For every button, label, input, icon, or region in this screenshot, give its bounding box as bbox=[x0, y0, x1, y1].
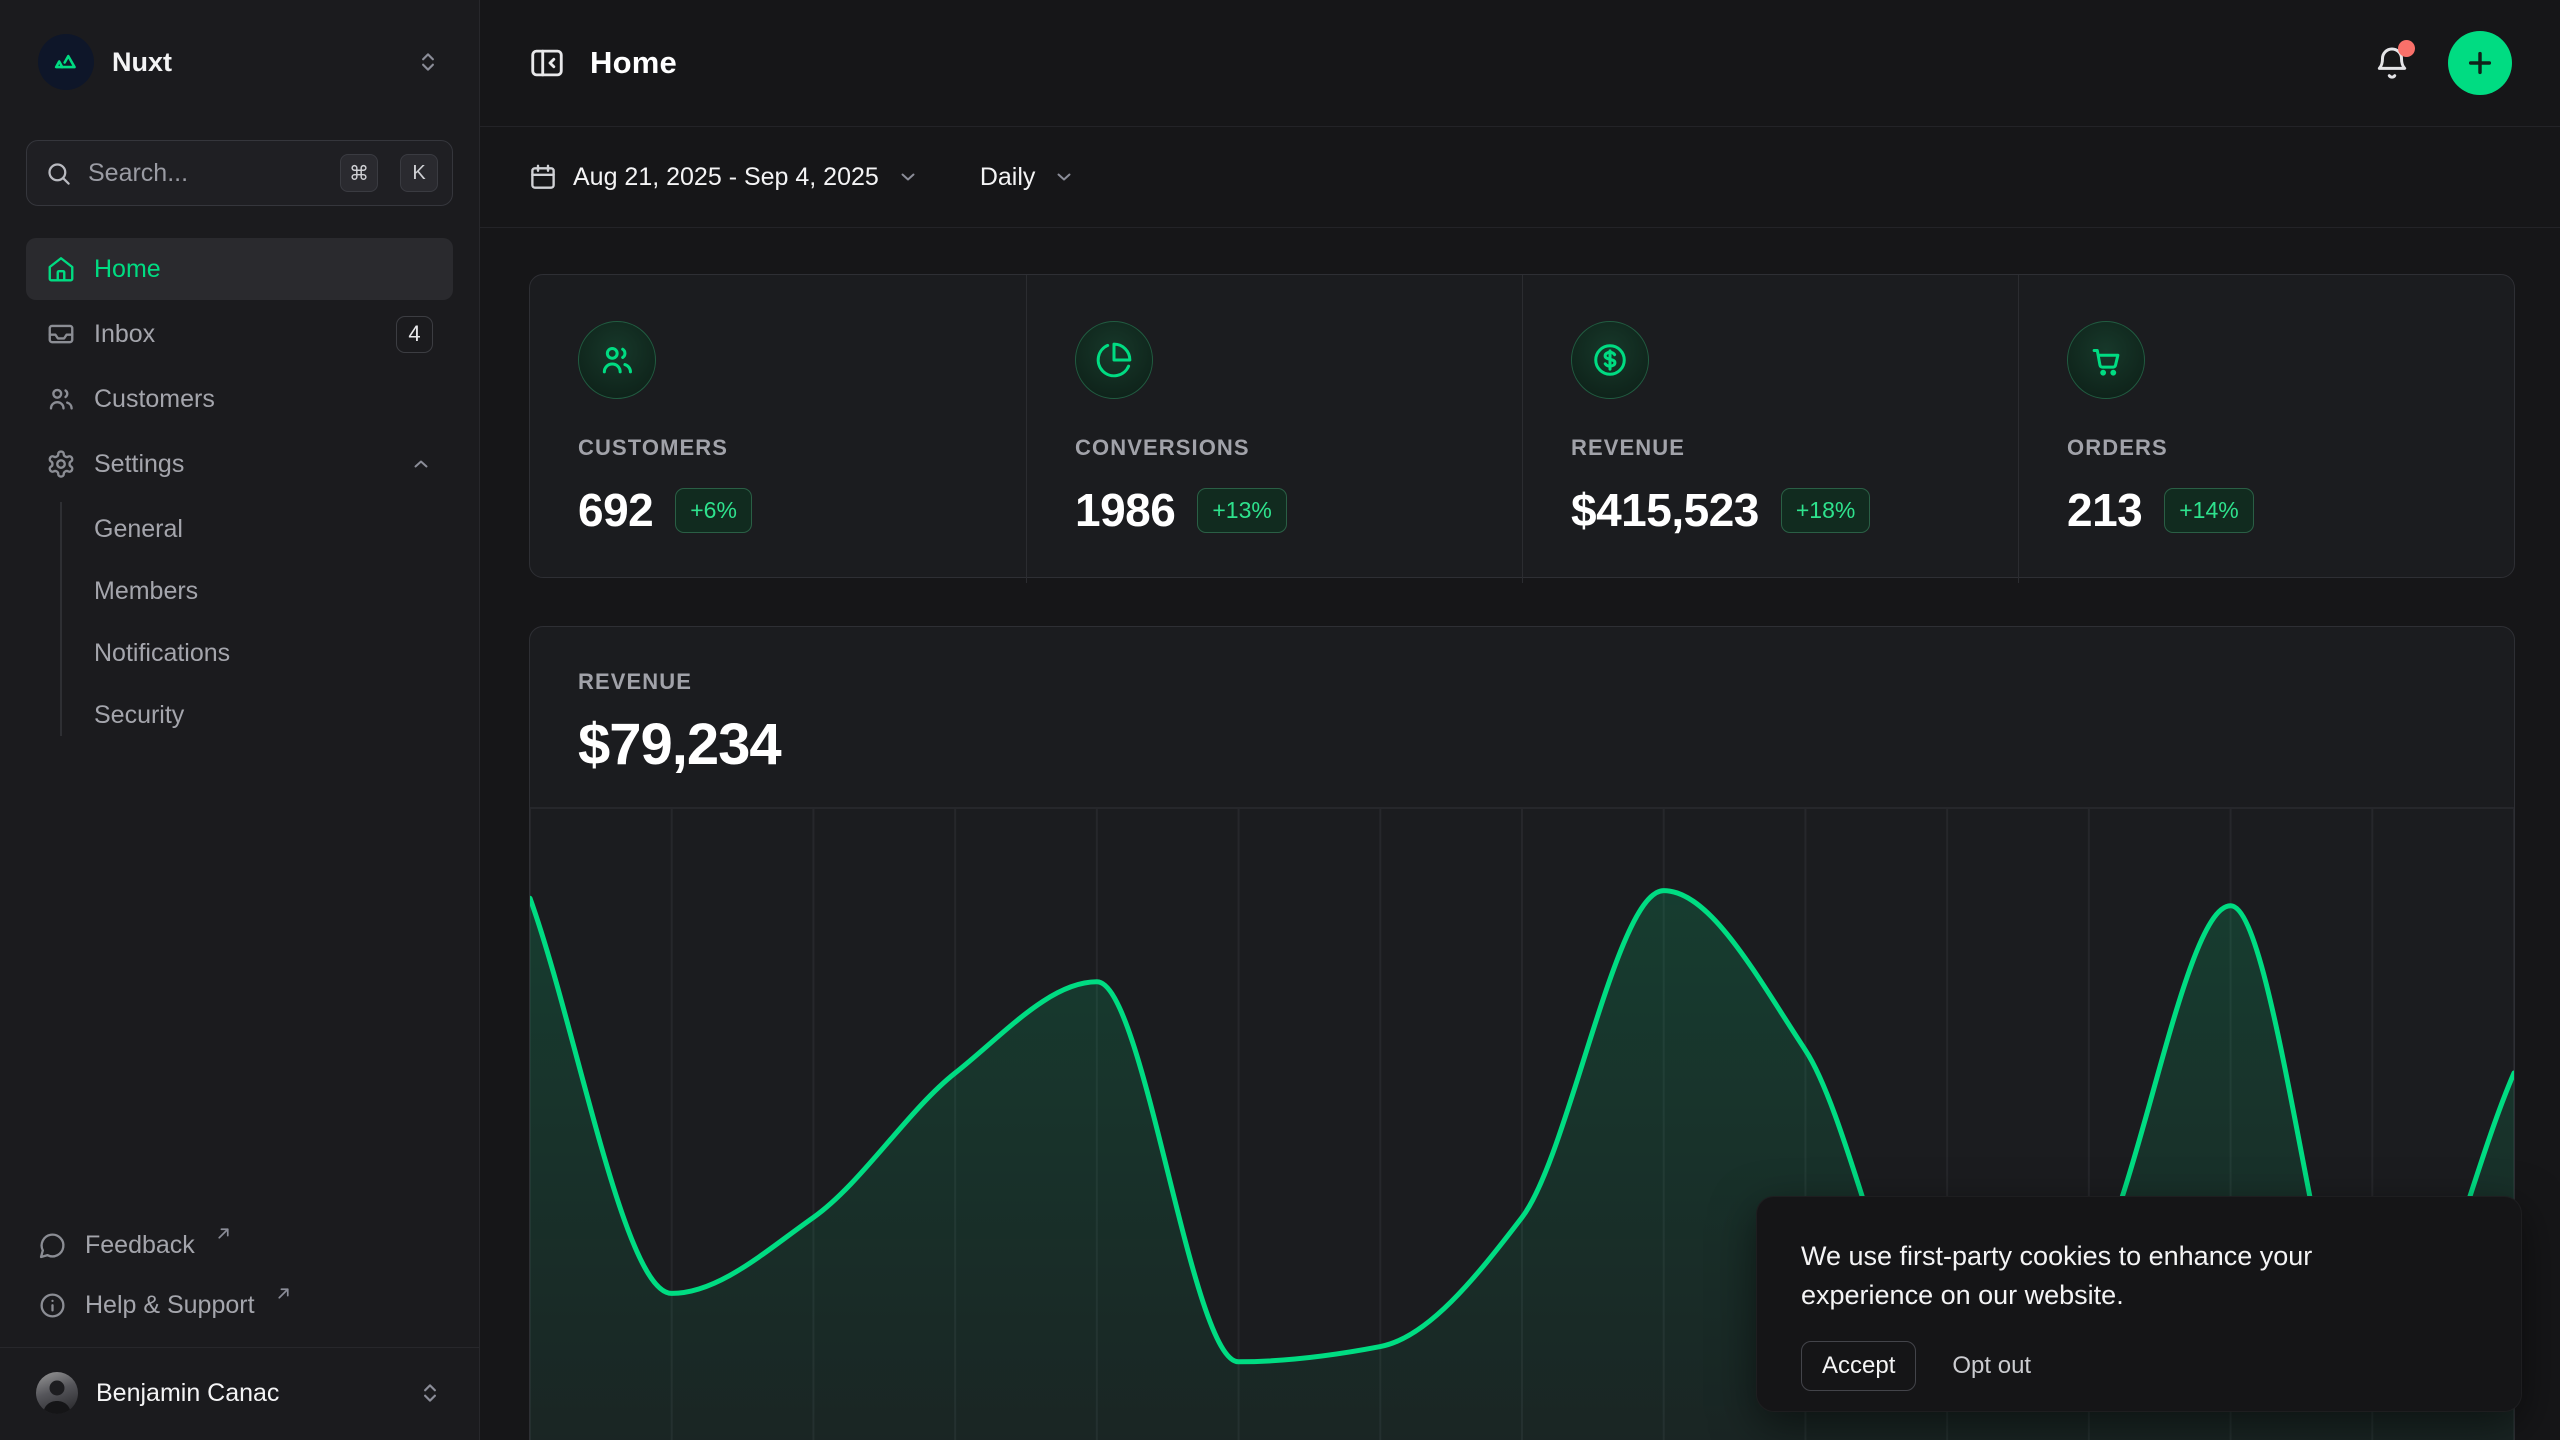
stat-conversions[interactable]: CONVERSIONS 1986 +13% bbox=[1026, 275, 1522, 583]
pie-chart-icon bbox=[1075, 321, 1153, 399]
feedback-link[interactable]: Feedback bbox=[26, 1215, 453, 1275]
sidebar-item-label: Settings bbox=[94, 450, 184, 479]
stat-orders[interactable]: ORDERS 213 +14% bbox=[2018, 275, 2514, 583]
page-title: Home bbox=[590, 45, 677, 81]
sidebar-item-notifications[interactable]: Notifications bbox=[94, 622, 453, 684]
users-icon bbox=[46, 384, 76, 414]
nuxt-logo-icon bbox=[38, 34, 94, 90]
sidebar: Nuxt ⌘ K Home bbox=[0, 0, 480, 1440]
cookie-message: We use first-party cookies to enhance yo… bbox=[1801, 1237, 2431, 1315]
filters-toolbar: Aug 21, 2025 - Sep 4, 2025 Daily bbox=[480, 127, 2560, 228]
help-support-label: Help & Support bbox=[85, 1291, 255, 1320]
sidebar-item-members[interactable]: Members bbox=[94, 560, 453, 622]
sidebar-nav: Home Inbox 4 Customers bbox=[26, 238, 453, 752]
stat-revenue[interactable]: REVENUE $415,523 +18% bbox=[1522, 275, 2018, 583]
granularity-label: Daily bbox=[980, 163, 1036, 192]
date-range-label: Aug 21, 2025 - Sep 4, 2025 bbox=[573, 163, 879, 192]
info-circle-icon bbox=[38, 1291, 67, 1320]
home-icon bbox=[46, 254, 76, 284]
stat-label: CUSTOMERS bbox=[578, 435, 978, 461]
notifications-button[interactable] bbox=[2372, 43, 2412, 83]
external-link-icon bbox=[215, 1225, 232, 1242]
search-input[interactable] bbox=[88, 159, 318, 188]
cart-icon bbox=[2067, 321, 2145, 399]
sidebar-item-general[interactable]: General bbox=[94, 498, 453, 560]
stat-value: 692 bbox=[578, 483, 653, 537]
users-icon bbox=[578, 321, 656, 399]
add-button[interactable] bbox=[2448, 31, 2512, 95]
opt-out-button[interactable]: Opt out bbox=[1952, 1342, 2031, 1390]
stat-value: 213 bbox=[2067, 483, 2142, 537]
page-header: Home bbox=[480, 0, 2560, 127]
settings-sub-list: General Members Notifications Security bbox=[26, 498, 453, 746]
plus-icon bbox=[2464, 47, 2496, 79]
kbd-k: K bbox=[400, 154, 438, 192]
avatar bbox=[36, 1372, 78, 1414]
cookie-banner: We use first-party cookies to enhance yo… bbox=[1756, 1196, 2522, 1412]
notification-dot bbox=[2398, 40, 2415, 57]
user-name: Benjamin Canac bbox=[96, 1379, 279, 1408]
chevron-down-icon bbox=[896, 165, 920, 189]
sidebar-item-settings[interactable]: Settings bbox=[26, 433, 453, 495]
external-link-icon bbox=[275, 1285, 292, 1302]
team-switcher[interactable]: Nuxt bbox=[26, 28, 453, 96]
sidebar-item-label: Customers bbox=[94, 385, 215, 414]
date-range-picker[interactable]: Aug 21, 2025 - Sep 4, 2025 bbox=[528, 162, 920, 192]
stats-panel: CUSTOMERS 692 +6% CONVERSIONS 1986 +13% bbox=[529, 274, 2515, 578]
collapse-sidebar-icon[interactable] bbox=[528, 44, 566, 82]
header-actions bbox=[2372, 31, 2512, 95]
stat-delta-badge: +18% bbox=[1781, 488, 1870, 533]
chevrons-up-down-icon bbox=[415, 49, 441, 75]
inbox-count-badge: 4 bbox=[396, 316, 433, 353]
sidebar-item-security[interactable]: Security bbox=[94, 684, 453, 746]
stat-delta-badge: +6% bbox=[675, 488, 752, 533]
inbox-icon bbox=[46, 319, 76, 349]
accept-button[interactable]: Accept bbox=[1801, 1341, 1916, 1391]
sidebar-item-label: Inbox bbox=[94, 320, 155, 349]
help-support-link[interactable]: Help & Support bbox=[26, 1275, 453, 1335]
stat-value: 1986 bbox=[1075, 483, 1175, 537]
stat-label: REVENUE bbox=[1571, 435, 1970, 461]
sidebar-item-home[interactable]: Home bbox=[26, 238, 453, 300]
sidebar-item-customers[interactable]: Customers bbox=[26, 368, 453, 430]
calendar-icon bbox=[528, 162, 558, 192]
search-bar[interactable]: ⌘ K bbox=[26, 140, 453, 206]
sidebar-item-label: Home bbox=[94, 255, 161, 284]
brand-name: Nuxt bbox=[112, 47, 172, 78]
chevrons-up-down-icon bbox=[417, 1380, 443, 1406]
stat-value: $415,523 bbox=[1571, 483, 1759, 537]
stat-label: CONVERSIONS bbox=[1075, 435, 1474, 461]
revenue-chart-label: REVENUE bbox=[578, 669, 2466, 695]
chevron-up-icon bbox=[409, 452, 433, 476]
chevron-down-icon bbox=[1052, 165, 1076, 189]
sidebar-spacer bbox=[26, 752, 453, 1215]
user-menu[interactable]: Benjamin Canac bbox=[26, 1348, 453, 1440]
stat-delta-badge: +13% bbox=[1197, 488, 1286, 533]
stat-delta-badge: +14% bbox=[2164, 488, 2253, 533]
granularity-select[interactable]: Daily bbox=[980, 163, 1077, 192]
stat-label: ORDERS bbox=[2067, 435, 2466, 461]
search-icon bbox=[45, 160, 72, 187]
message-circle-icon bbox=[38, 1231, 67, 1260]
revenue-chart-value: $79,234 bbox=[578, 711, 2466, 778]
sidebar-item-inbox[interactable]: Inbox 4 bbox=[26, 303, 453, 365]
kbd-cmd: ⌘ bbox=[340, 154, 378, 192]
stat-customers[interactable]: CUSTOMERS 692 +6% bbox=[530, 275, 1026, 583]
gear-icon bbox=[46, 449, 76, 479]
dollar-circle-icon bbox=[1571, 321, 1649, 399]
feedback-label: Feedback bbox=[85, 1231, 195, 1260]
